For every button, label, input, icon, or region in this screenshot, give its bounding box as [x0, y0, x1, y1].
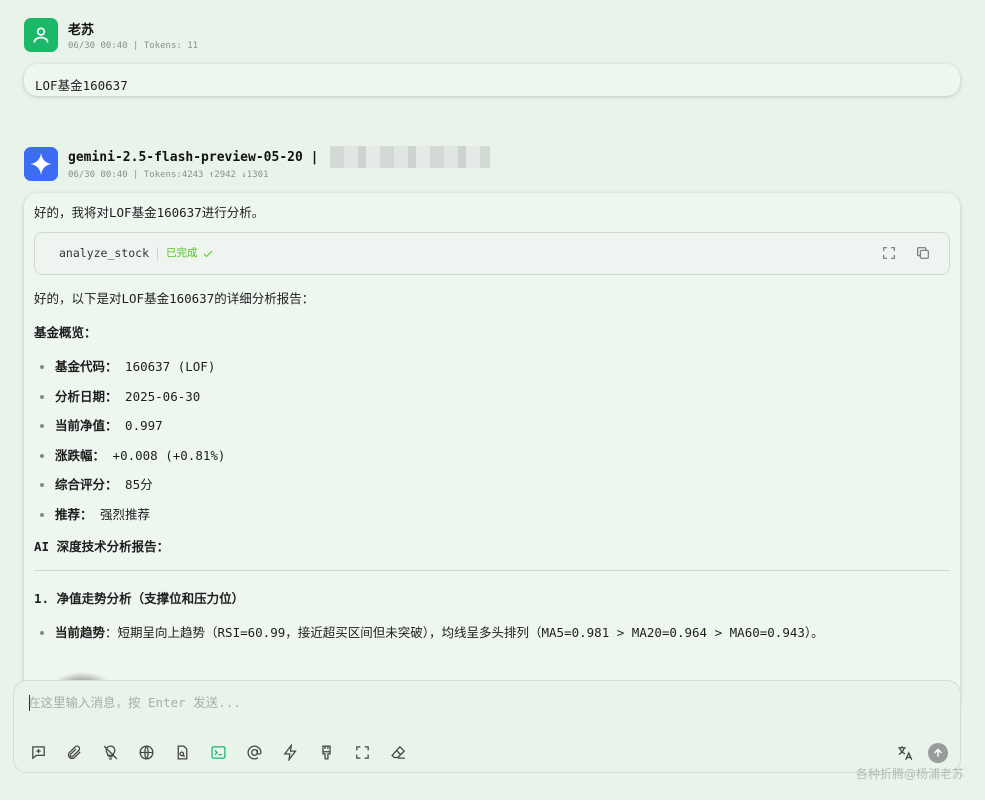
- ai-message-header: gemini-2.5-flash-preview-05-20 | 06/30 0…: [24, 146, 491, 181]
- fullscreen-icon[interactable]: [353, 743, 372, 762]
- item-value: ：短期呈向上趋势（RSI=60.99，接近超买区间但未突破），均线呈多头排列（M…: [105, 625, 824, 641]
- item-label: 当前净值：: [55, 418, 118, 434]
- list-item: 分析日期： 2025-06-30: [34, 382, 950, 412]
- list-item: 涨跌幅： +0.008 (+0.81%): [34, 441, 950, 471]
- new-topic-icon[interactable]: [29, 743, 48, 762]
- list-item: 推荐： 强烈推荐: [34, 500, 950, 530]
- ai-intro-text: 好的，我将对LOF基金160637进行分析。: [34, 205, 265, 220]
- blurred-provider: [330, 146, 491, 168]
- check-icon: [203, 250, 212, 257]
- composer-toolbar: [29, 743, 408, 762]
- gemini-star-icon: [30, 153, 52, 175]
- tool-divider: [157, 246, 159, 261]
- eraser-icon[interactable]: [389, 743, 408, 762]
- message-composer: [13, 680, 961, 773]
- item-label: 涨跌幅：: [55, 447, 106, 463]
- text-caret: [29, 695, 30, 711]
- quick-phrase-icon[interactable]: [281, 743, 300, 762]
- attachment-icon[interactable]: [65, 743, 84, 762]
- watermark: 各种折腾@杨浦老苏: [855, 767, 964, 781]
- copy-icon[interactable]: [915, 245, 931, 261]
- arrow-up-icon: [933, 748, 943, 757]
- clear-brush-icon[interactable]: [317, 743, 336, 762]
- ai-analysis-heading: AI 深度技术分析报告：: [34, 539, 170, 554]
- model-name: gemini-2.5-flash-preview-05-20 |: [68, 149, 319, 165]
- item-value: 85分: [125, 477, 153, 493]
- user-message-bubble: LOF基金160637: [24, 64, 960, 96]
- overview-list: 基金代码： 160637 (LOF) 分析日期： 2025-06-30 当前净值…: [34, 352, 950, 529]
- knowledge-icon[interactable]: [173, 743, 192, 762]
- ai-message-bubble: 好的，我将对LOF基金160637进行分析。 analyze_stock 已完成…: [24, 193, 960, 713]
- item-value: 2025-06-30: [125, 388, 201, 404]
- tool-status: 已完成: [166, 247, 214, 260]
- mcp-terminal-icon[interactable]: [209, 743, 228, 762]
- ai-message-meta: 06/30 00:40 | Tokens:4243 ↑2942 ↓1301: [68, 170, 269, 180]
- web-search-icon[interactable]: [137, 743, 156, 762]
- item-value: +0.008 (+0.81%): [112, 447, 226, 463]
- overview-heading: 基金概览：: [34, 325, 97, 340]
- no-thinking-icon[interactable]: [101, 743, 120, 762]
- user-avatar[interactable]: [24, 18, 58, 52]
- list-item: 当前净值： 0.997: [34, 411, 950, 441]
- item-label: 基金代码：: [55, 359, 118, 375]
- user-name: 老苏: [68, 22, 95, 38]
- expand-icon[interactable]: [881, 245, 897, 261]
- list-item: 综合评分： 85分: [34, 470, 950, 500]
- tool-status-label: 已完成: [166, 247, 198, 260]
- item-value: 0.997: [125, 418, 163, 434]
- item-value: 强烈推荐: [100, 506, 151, 522]
- user-icon: [33, 27, 49, 43]
- user-message-meta: 06/30 00:40 | Tokens: 11: [68, 41, 199, 51]
- list-item: 基金代码： 160637 (LOF): [34, 352, 950, 382]
- item-label: 分析日期：: [55, 388, 118, 404]
- user-message-header: 老苏 06/30 00:40 | Tokens: 11: [24, 18, 198, 52]
- send-button[interactable]: [928, 743, 948, 763]
- translate-icon[interactable]: [895, 744, 914, 763]
- section1-list: 当前趋势 ：短期呈向上趋势（RSI=60.99，接近超买区间但未突破），均线呈多头…: [34, 618, 950, 648]
- item-label: 当前趋势: [55, 625, 106, 641]
- item-label: 推荐：: [55, 506, 93, 522]
- report-intro: 好的，以下是对LOF基金160637的详细分析报告：: [34, 291, 315, 306]
- section1-heading: 1. 净值走势分析（支撑位和压力位）: [34, 591, 245, 606]
- item-value: 160637 (LOF): [125, 359, 216, 375]
- mention-icon[interactable]: [245, 743, 264, 762]
- item-label: 综合评分：: [55, 477, 118, 493]
- divider: [34, 570, 950, 571]
- gemini-avatar[interactable]: [24, 147, 58, 181]
- tool-call-card[interactable]: analyze_stock 已完成: [34, 232, 950, 275]
- list-item: 当前趋势 ：短期呈向上趋势（RSI=60.99，接近超买区间但未突破），均线呈多头…: [34, 618, 950, 648]
- message-input[interactable]: [28, 695, 828, 710]
- tool-name: analyze_stock: [59, 245, 150, 260]
- user-message-text: LOF基金160637: [35, 78, 128, 93]
